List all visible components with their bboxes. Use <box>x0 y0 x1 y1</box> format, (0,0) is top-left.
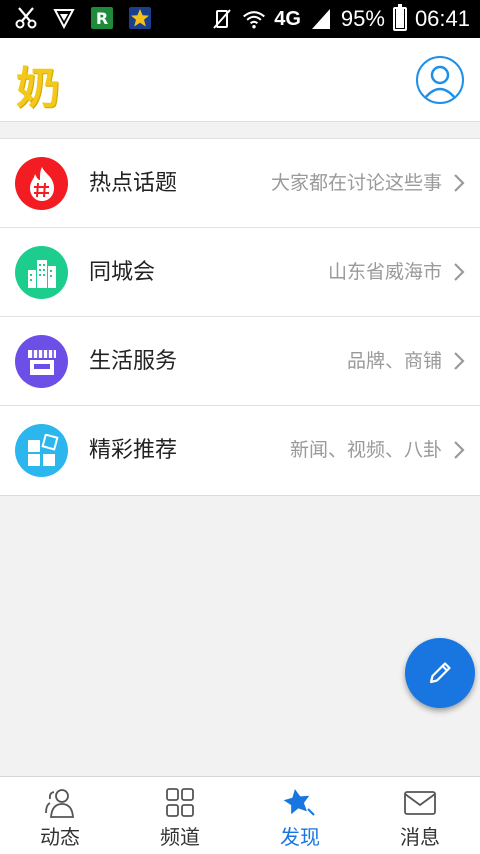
list-item-subtitle: 山东省威海市 <box>327 261 442 283</box>
grid-icon <box>166 788 194 817</box>
nav-label: 频道 <box>160 825 200 849</box>
list-item-recommended[interactable]: 精彩推荐 新闻、视频、八卦 <box>0 406 480 495</box>
list-item-title: 同城会 <box>89 260 156 285</box>
battery-level <box>395 9 404 28</box>
r-app-icon: R <box>90 6 114 30</box>
shield-icon <box>52 6 76 30</box>
nav-tab-discover[interactable]: 发现 <box>240 777 360 854</box>
list-item-subtitle: 大家都在讨论这些事 <box>270 172 442 194</box>
nav-tab-messages[interactable]: 消息 <box>360 777 480 854</box>
list-item-subtitle: 品牌、商铺 <box>346 350 442 372</box>
compose-button[interactable] <box>405 638 475 708</box>
app-header: 奶 <box>0 38 480 122</box>
chevron-right-icon <box>454 174 465 192</box>
vibrate-off-icon <box>210 7 234 31</box>
battery-percent: 95% <box>340 6 385 31</box>
friends-icon <box>45 789 74 818</box>
network-type: 4G <box>274 7 301 30</box>
wifi-icon <box>242 7 266 31</box>
nav-label: 发现 <box>280 825 320 849</box>
clock: 06:41 <box>414 6 470 31</box>
hot-topic-icon <box>15 157 68 210</box>
svg-text:R: R <box>96 9 108 28</box>
recommend-icon <box>15 424 68 477</box>
star-app-icon <box>128 6 152 30</box>
chevron-right-icon <box>454 263 465 281</box>
nav-tab-feed[interactable]: 动态 <box>0 777 120 854</box>
battery-icon <box>392 4 407 31</box>
nav-label: 消息 <box>400 825 440 849</box>
star-icon <box>283 789 315 816</box>
nav-label: 动态 <box>40 825 80 849</box>
list-item-local-meetup[interactable]: 同城会 山东省威海市 <box>0 228 480 317</box>
profile-button[interactable] <box>416 56 464 104</box>
list-item-hot-topics[interactable]: 热点话题 大家都在讨论这些事 <box>0 139 480 228</box>
chevron-right-icon <box>454 352 465 370</box>
pencil-icon <box>429 662 451 684</box>
store-icon <box>15 335 68 388</box>
nav-tab-channels[interactable]: 频道 <box>120 777 240 854</box>
list-item-title: 精彩推荐 <box>89 438 178 463</box>
list-item-title: 热点话题 <box>89 171 178 196</box>
user-icon <box>424 65 456 99</box>
scissors-icon <box>14 6 38 30</box>
city-icon <box>15 246 68 299</box>
discover-list: 热点话题 大家都在讨论这些事 同城会 山东省威海市 生活服务 品牌、商铺 精彩推… <box>0 138 480 496</box>
signal-icon <box>309 7 333 31</box>
chevron-right-icon <box>454 441 465 459</box>
list-item-subtitle: 新闻、视频、八卦 <box>289 439 442 461</box>
status-bar: R 4G 95% 06:41 <box>0 0 480 38</box>
bottom-navigation: 动态 频道 发现 消息 <box>0 776 480 854</box>
list-item-life-services[interactable]: 生活服务 品牌、商铺 <box>0 317 480 406</box>
mail-icon <box>404 791 436 815</box>
list-item-title: 生活服务 <box>89 349 178 374</box>
app-logo: 奶 <box>16 63 60 114</box>
